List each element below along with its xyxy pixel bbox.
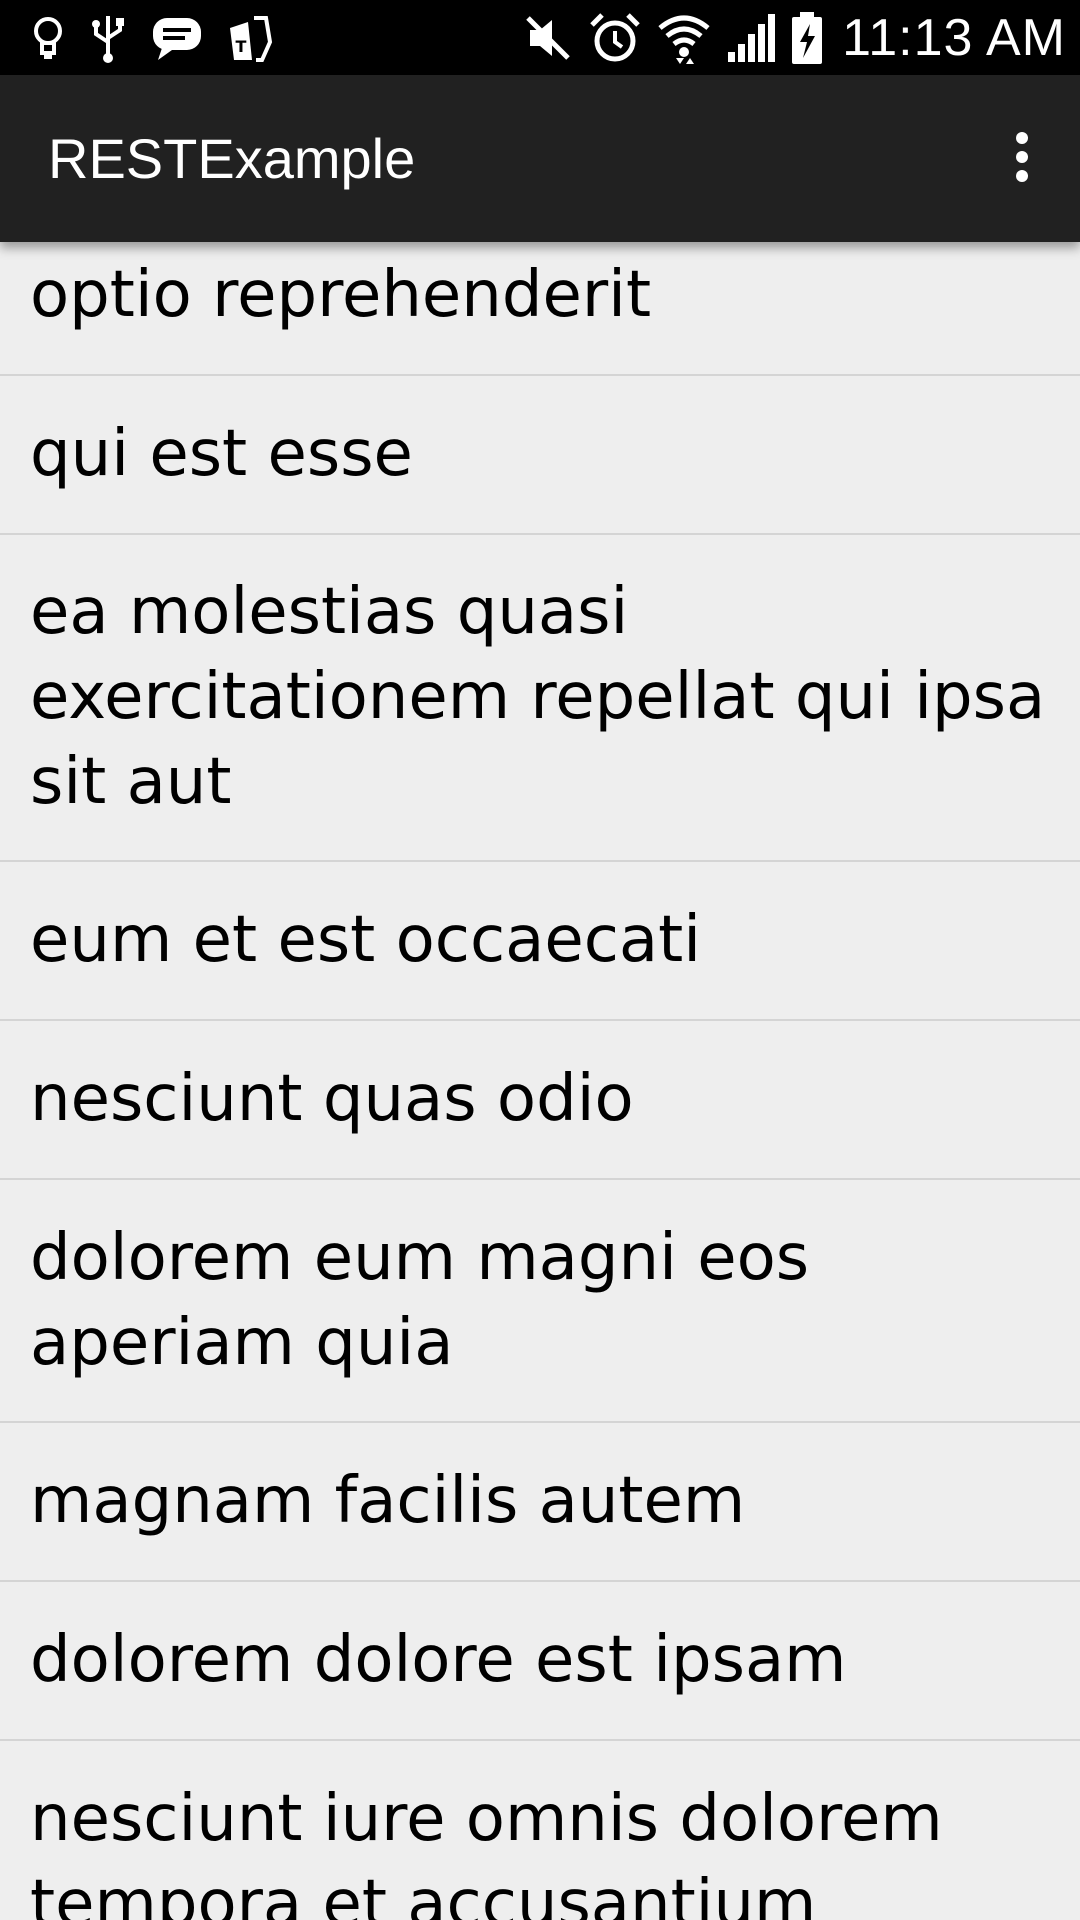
- list-item[interactable]: ea molestias quasi exercitationem repell…: [0, 535, 1080, 862]
- signal-icon: [726, 12, 776, 64]
- battery-charging-icon: [790, 10, 824, 66]
- list-item-label: nesciunt iure omnis dolorem tempora et a…: [30, 1781, 943, 1920]
- status-left-icons: T: [30, 10, 274, 65]
- svg-text:T: T: [236, 37, 247, 56]
- app-title: RESTExample: [48, 127, 416, 190]
- status-time: 11:13 AM: [842, 8, 1066, 67]
- overflow-menu-icon: [1015, 131, 1029, 188]
- lightbulb-icon: [30, 14, 66, 62]
- list-item-label: nesciunt quas odio: [30, 1062, 634, 1136]
- list-item-label: eum et est occaecati: [30, 903, 701, 977]
- status-bar: T 11:13 AM: [0, 0, 1080, 75]
- alarm-icon: [588, 11, 642, 65]
- post-list[interactable]: optio reprehenderit qui est esse ea mole…: [0, 242, 1080, 1920]
- list-item[interactable]: eum et est occaecati: [0, 862, 1080, 1021]
- list-item[interactable]: optio reprehenderit: [0, 242, 1080, 376]
- list-item[interactable]: qui est esse: [0, 376, 1080, 535]
- list-item-label: qui est esse: [30, 417, 413, 491]
- list-item[interactable]: dolorem dolore est ipsam: [0, 1582, 1080, 1741]
- usb-icon: [88, 12, 128, 64]
- app-bar: RESTExample: [0, 75, 1080, 242]
- status-right-icons: 11:13 AM: [522, 0, 1066, 75]
- list-item[interactable]: magnam facilis autem: [0, 1423, 1080, 1582]
- list-item-label: dolorem dolore est ipsam: [30, 1623, 847, 1697]
- list-item-label: ea molestias quasi exercitationem repell…: [30, 575, 1046, 819]
- list-item[interactable]: nesciunt iure omnis dolorem tempora et a…: [0, 1741, 1080, 1920]
- tmobile-icon: T: [226, 12, 274, 64]
- list-item[interactable]: nesciunt quas odio: [0, 1021, 1080, 1180]
- list-item-label: magnam facilis autem: [30, 1464, 746, 1538]
- wifi-icon: [656, 10, 712, 66]
- mute-icon: [522, 12, 574, 64]
- message-icon: [150, 14, 204, 62]
- overflow-menu-button[interactable]: [984, 113, 1060, 205]
- list-item[interactable]: dolorem eum magni eos aperiam quia: [0, 1180, 1080, 1423]
- list-item-label: dolorem eum magni eos aperiam quia: [30, 1220, 810, 1380]
- list-item-label: optio reprehenderit: [30, 258, 652, 332]
